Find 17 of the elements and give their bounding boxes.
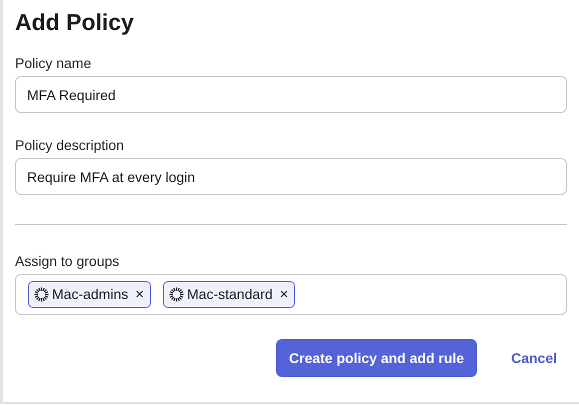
group-select-field[interactable]: Mac-admins × Mac-standard × [15, 274, 567, 315]
chip-label: Mac-standard [187, 285, 273, 304]
create-button[interactable]: Create policy and add rule [276, 339, 478, 377]
group-icon [169, 287, 184, 302]
chip-label: Mac-admins [52, 285, 128, 304]
group-chip[interactable]: Mac-standard × [163, 281, 296, 308]
field-label: Policy description [15, 136, 125, 154]
field-label: Assign to groups [15, 252, 120, 270]
cancel-link[interactable]: Cancel [501, 348, 567, 368]
input-field[interactable]: Require MFA at every login [15, 158, 567, 195]
input-field[interactable]: MFA Required [15, 76, 567, 113]
remove-button[interactable]: × [135, 287, 144, 302]
remove-button[interactable]: × [280, 287, 288, 302]
group-icon [34, 287, 49, 302]
page-title: Add Policy [15, 8, 135, 37]
field-label: Policy name [15, 54, 92, 72]
group-chip[interactable]: Mac-admins × [28, 281, 152, 308]
